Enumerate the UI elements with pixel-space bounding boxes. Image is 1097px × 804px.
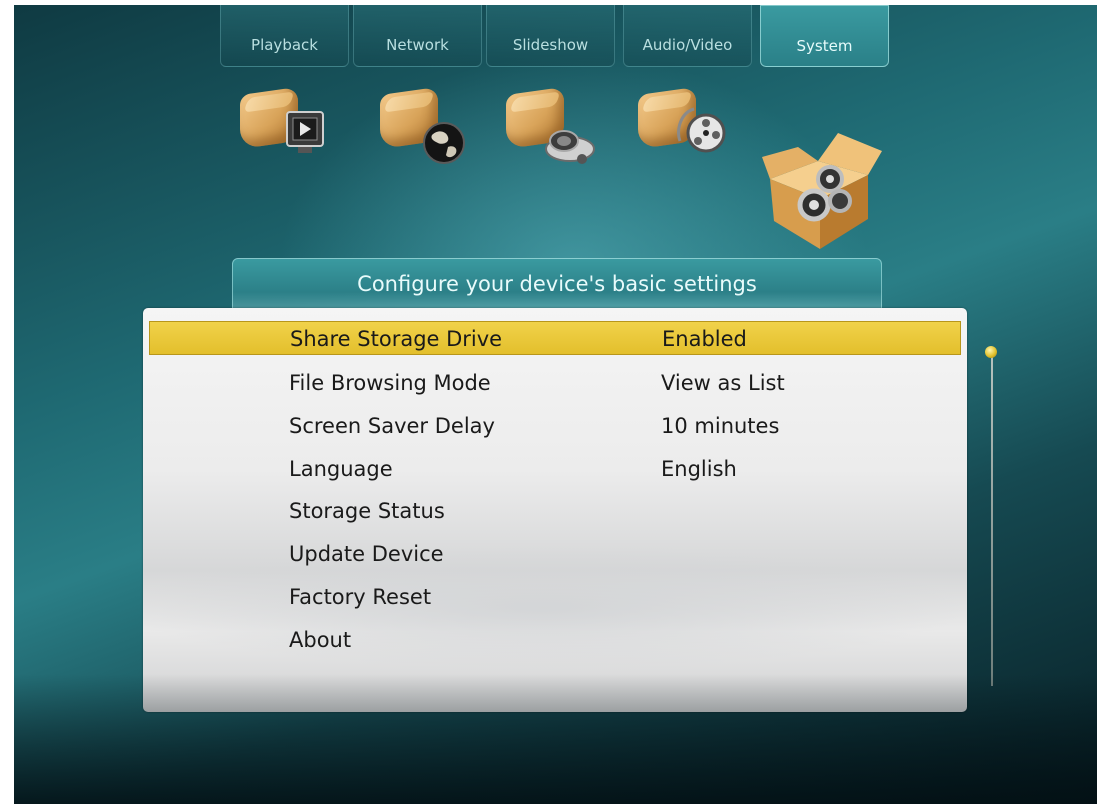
tab-network[interactable]: Network (353, 5, 482, 67)
tab-slideshow[interactable]: Slideshow (486, 5, 615, 67)
setting-label: Update Device (289, 542, 444, 566)
setting-value: 10 minutes (661, 414, 780, 438)
setting-label: About (289, 628, 352, 652)
screen: Playback Network Slideshow Audio/Video S… (14, 5, 1097, 804)
setting-update-device[interactable]: Update Device (143, 537, 967, 571)
tab-slideshow-label: Slideshow (512, 36, 589, 54)
film-reel-box-icon[interactable] (638, 79, 738, 175)
setting-factory-reset[interactable]: Factory Reset (143, 580, 967, 614)
network-globe-box-icon[interactable] (380, 83, 480, 173)
setting-share-storage-drive[interactable]: Share Storage Drive Enabled (149, 321, 961, 355)
tab-system[interactable]: System (760, 5, 889, 67)
tab-audio-video-label: Audio/Video (642, 36, 733, 54)
settings-list: Share Storage Drive Enabled File Browsin… (143, 308, 967, 712)
setting-value: Enabled (662, 327, 747, 351)
tab-playback-label: Playback (251, 36, 318, 54)
setting-value: English (661, 457, 737, 481)
playback-box-icon[interactable] (240, 83, 340, 163)
setting-label: File Browsing Mode (289, 371, 491, 395)
gears-box-icon[interactable] (758, 127, 888, 253)
setting-label: Share Storage Drive (290, 327, 503, 351)
setting-label: Screen Saver Delay (289, 414, 495, 438)
panel-header: Configure your device's basic settings (232, 258, 882, 314)
panel-header-text: Configure your device's basic settings (357, 272, 757, 296)
tab-system-label: System (796, 37, 853, 55)
tab-audio-video[interactable]: Audio/Video (623, 5, 752, 67)
setting-storage-status[interactable]: Storage Status (143, 494, 967, 528)
setting-label: Factory Reset (289, 585, 432, 609)
projector-box-icon[interactable] (506, 83, 606, 173)
setting-file-browsing-mode[interactable]: File Browsing Mode View as List (143, 366, 967, 400)
scrollbar-track[interactable] (991, 348, 993, 686)
setting-language[interactable]: Language English (143, 452, 967, 486)
setting-label: Storage Status (289, 499, 445, 523)
setting-label: Language (289, 457, 393, 481)
setting-about[interactable]: About (143, 623, 967, 657)
setting-value: View as List (661, 371, 785, 395)
tab-playback[interactable]: Playback (220, 5, 349, 67)
tab-network-label: Network (386, 36, 449, 54)
scrollbar-thumb[interactable] (985, 346, 997, 358)
setting-screen-saver-delay[interactable]: Screen Saver Delay 10 minutes (143, 409, 967, 443)
